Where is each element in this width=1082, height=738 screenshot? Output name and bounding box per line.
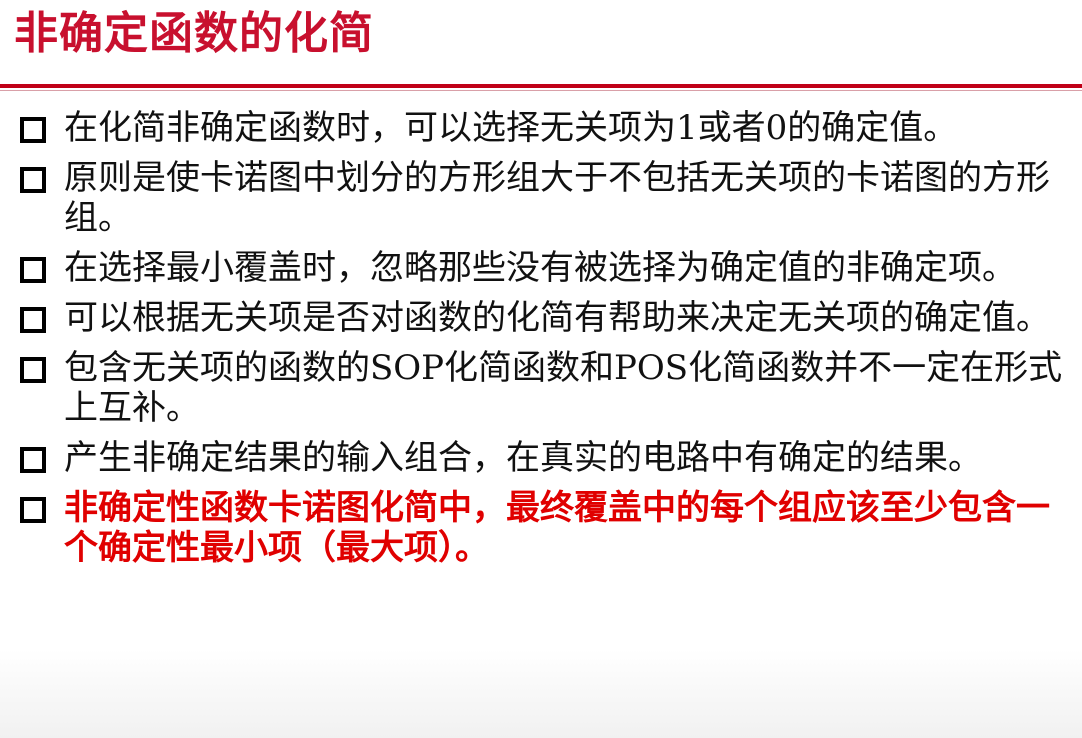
title-divider <box>0 84 1082 88</box>
bullet-item: 可以根据无关项是否对函数的化简有帮助来决定无关项的确定值。 <box>20 298 1078 338</box>
bullet-text: 非确定性函数卡诺图化简中，最终覆盖中的每个组应该至少包含一个确定性最小项（最大项… <box>64 488 1050 568</box>
bullet-text: 原则是使卡诺图中划分的方形组大于不包括无关项的卡诺图的方形组。 <box>64 158 1050 238</box>
bullet-text: 在化简非确定函数时，可以选择无关项为1或者0的确定值。 <box>64 108 958 148</box>
bullet-item: 原则是使卡诺图中划分的方形组大于不包括无关项的卡诺图的方形组。 <box>20 158 1078 238</box>
slide: 非确定函数的化简 在化简非确定函数时，可以选择无关项为1或者0的确定值。 原则是… <box>0 0 1082 738</box>
slide-title: 非确定函数的化简 <box>14 8 374 59</box>
bullet-text: 包含无关项的函数的SOP化简函数和POS化简函数并不一定在形式上互补。 <box>64 348 1063 428</box>
hollow-square-bullet-icon <box>20 257 46 283</box>
bullet-item: 产生非确定结果的输入组合，在真实的电路中有确定的结果。 <box>20 438 1078 478</box>
hollow-square-bullet-icon <box>20 307 46 333</box>
hollow-square-bullet-icon <box>20 447 46 473</box>
bullet-item: 包含无关项的函数的SOP化简函数和POS化简函数并不一定在形式上互补。 <box>20 348 1078 428</box>
bullet-item: 在化简非确定函数时，可以选择无关项为1或者0的确定值。 <box>20 108 1078 148</box>
bullet-item-highlight: 非确定性函数卡诺图化简中，最终覆盖中的每个组应该至少包含一个确定性最小项（最大项… <box>20 488 1078 568</box>
bullet-text: 可以根据无关项是否对函数的化简有帮助来决定无关项的确定值。 <box>64 298 1050 338</box>
hollow-square-bullet-icon <box>20 357 46 383</box>
bullet-text: 在选择最小覆盖时，忽略那些没有被选择为确定值的非确定项。 <box>64 248 1016 288</box>
hollow-square-bullet-icon <box>20 117 46 143</box>
bullet-item: 在选择最小覆盖时，忽略那些没有被选择为确定值的非确定项。 <box>20 248 1078 288</box>
hollow-square-bullet-icon <box>20 167 46 193</box>
bullet-list: 在化简非确定函数时，可以选择无关项为1或者0的确定值。 原则是使卡诺图中划分的方… <box>20 108 1078 578</box>
bullet-text: 产生非确定结果的输入组合，在真实的电路中有确定的结果。 <box>64 438 982 478</box>
hollow-square-bullet-icon <box>20 497 46 523</box>
title-divider-accent <box>0 90 1082 91</box>
